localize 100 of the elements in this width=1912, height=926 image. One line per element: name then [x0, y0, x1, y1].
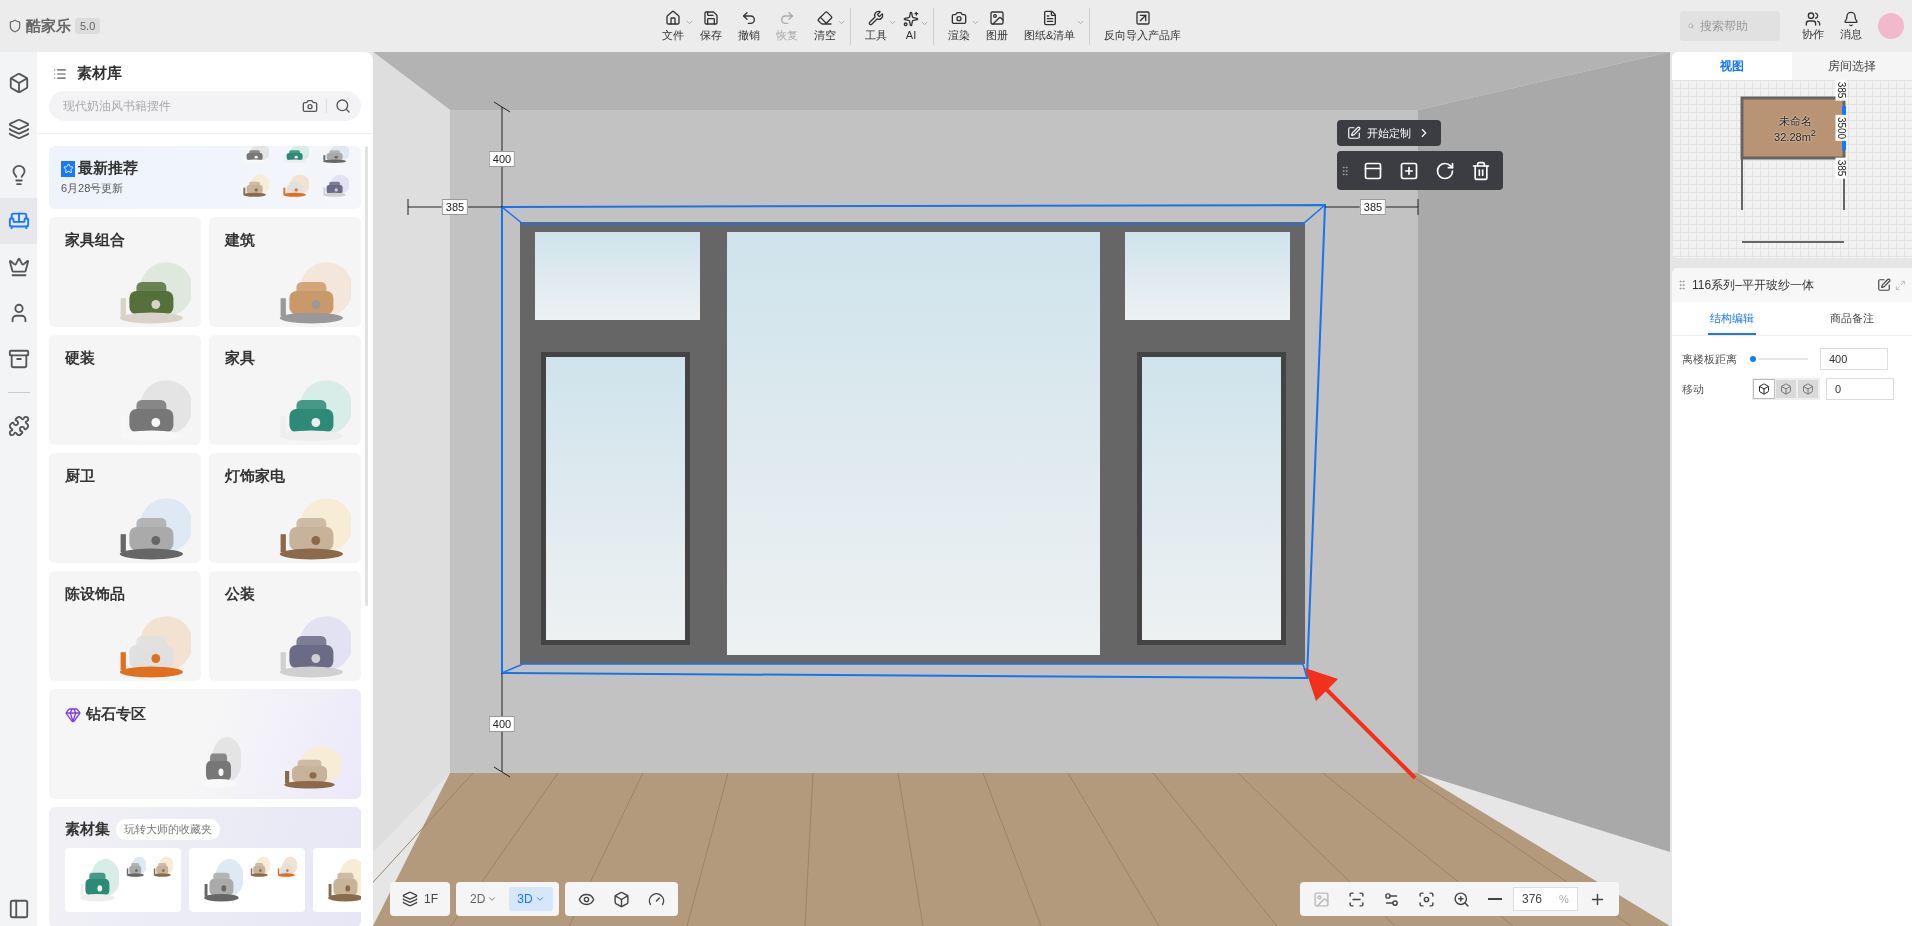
rail-button[interactable] [7, 898, 30, 920]
category-title: 家具 [225, 349, 256, 368]
category-title: 厨卫 [65, 467, 96, 486]
property-label: 移动 [1682, 381, 1705, 397]
scan-icon [1348, 890, 1365, 908]
caret-icon [534, 894, 545, 904]
arrow-square-icon [1134, 9, 1151, 26]
bell-icon [1843, 10, 1859, 27]
toolbar-button[interactable]: 工具 [859, 7, 893, 45]
toolbar-button[interactable]: 图册 [980, 7, 1014, 45]
dimension-label: 400 [488, 716, 516, 732]
dimension-label: 385 [1835, 157, 1847, 179]
crown-icon [7, 256, 30, 278]
category-card[interactable]: 公装 [209, 571, 361, 681]
edit-icon[interactable] [1877, 278, 1891, 292]
category-title: 建筑 [225, 231, 256, 250]
panel-title: 素材库 [77, 64, 122, 83]
category-title: 公装 [225, 585, 256, 604]
square-plus-icon [1399, 160, 1419, 181]
room-drawing[interactable] [373, 52, 1670, 926]
property-tab[interactable]: 商品备注 [1792, 302, 1912, 335]
house-icon [665, 9, 681, 26]
collaborate-button[interactable]: 协作 [1794, 10, 1832, 42]
slider-thumb[interactable] [1750, 356, 1757, 362]
app-logo: 酷家乐 [26, 16, 71, 36]
document-icon [1041, 9, 1058, 26]
undo-icon [741, 9, 757, 26]
version-badge: 5.0 [75, 18, 101, 34]
property-tab[interactable]: 结构编辑 [1672, 302, 1792, 335]
zoom-icon [1453, 890, 1470, 908]
edit-icon [1347, 126, 1361, 140]
settings-icon [1383, 890, 1400, 908]
gem-icon [65, 706, 81, 723]
image-icon [989, 9, 1005, 26]
panel-icon [1363, 160, 1383, 181]
camera-icon [951, 9, 967, 26]
dimension-label: 385 [1359, 199, 1387, 215]
object-title: 116系列–平开玻纱一体 [1692, 276, 1815, 294]
diamond-title: 钻石专区 [86, 705, 146, 724]
toolbar-button[interactable]: 反向导入产品库 [1098, 7, 1188, 45]
collection-card[interactable]: 素材集 玩转大师的收藏夹 [49, 807, 361, 926]
dimension-label: 385 [441, 199, 469, 215]
category-card[interactable]: 家具 [209, 335, 361, 445]
toolbar-button[interactable]: 图纸&清单 [1018, 7, 1082, 45]
property-label: 离楼板距离 [1682, 351, 1738, 367]
toolbar-button[interactable]: 文件 [656, 7, 690, 45]
category-card[interactable]: 灯饰家电 [209, 453, 361, 563]
layers-icon [7, 118, 30, 140]
value-field[interactable]: 0 [1826, 378, 1894, 400]
gauge-icon [647, 890, 665, 908]
diamond-card[interactable]: 钻石专区 [49, 689, 361, 799]
room-name: 未命名 [1778, 113, 1812, 129]
trash-icon [1471, 160, 1491, 181]
view-mode-button[interactable]: 2D [462, 887, 506, 911]
collection-preview[interactable] [65, 848, 181, 912]
drag-handle-icon[interactable] [1339, 164, 1351, 177]
toolbar-button[interactable]: 撤销 [732, 7, 766, 45]
dimension-label: 400 [488, 151, 516, 167]
value-field[interactable]: 400 [1820, 348, 1888, 370]
customize-button[interactable]: 开始定制 [1337, 120, 1441, 146]
star-icon [61, 160, 75, 177]
messages-button[interactable]: 消息 [1832, 10, 1870, 42]
category-card[interactable]: 家具组合 [49, 217, 201, 327]
minimap-tab[interactable]: 视图 [1672, 52, 1792, 80]
cube-icon [1780, 383, 1792, 395]
cube-icon [7, 72, 30, 94]
help-search-field[interactable]: 搜索帮助 [1680, 11, 1780, 41]
eraser-icon [817, 9, 833, 26]
featured-card[interactable]: 最新推荐 6月28号更新 [49, 146, 361, 209]
category-card[interactable]: 硬装 [49, 335, 201, 445]
toolbar-button[interactable]: 清空 [808, 7, 842, 45]
focus-icon [1418, 890, 1435, 908]
category-title: 硬装 [65, 349, 96, 368]
drag-handle-icon[interactable] [1676, 279, 1688, 291]
toolbar-button[interactable]: 保存 [694, 7, 728, 45]
cabinet-icon [7, 348, 30, 370]
library-search-input[interactable]: 现代奶油风书籍摆件 [61, 98, 294, 114]
toolbar-button[interactable]: 渲染 [942, 7, 976, 45]
puzzle-icon [7, 415, 30, 437]
category-card[interactable]: 厨卫 [49, 453, 201, 563]
category-card[interactable]: 陈设饰品 [49, 571, 201, 681]
camera-icon[interactable] [302, 98, 318, 114]
collection-preview[interactable] [189, 848, 305, 912]
sparkles-icon [903, 11, 919, 27]
dimension-label: 3500 [1835, 114, 1847, 142]
help-search-input[interactable]: 搜索帮助 [1698, 18, 1772, 34]
featured-title: 最新推荐 [78, 159, 138, 178]
caret-icon [487, 894, 498, 904]
search-icon[interactable] [335, 98, 351, 114]
logo-icon [8, 19, 22, 33]
dimension-label: 385 [1835, 79, 1847, 101]
cube-icon [1758, 383, 1770, 395]
featured-subtitle: 6月28号更新 [61, 181, 125, 196]
room-area: 32.28m$^{2}$ [1774, 127, 1816, 143]
users-icon [1805, 10, 1821, 27]
move-option[interactable] [1754, 380, 1774, 398]
toolbar-button[interactable]: AI [897, 9, 925, 43]
category-card[interactable]: 建筑 [209, 217, 361, 327]
image-icon [1313, 890, 1330, 908]
library-search-field[interactable]: 现代奶油风书籍摆件 [49, 91, 361, 121]
